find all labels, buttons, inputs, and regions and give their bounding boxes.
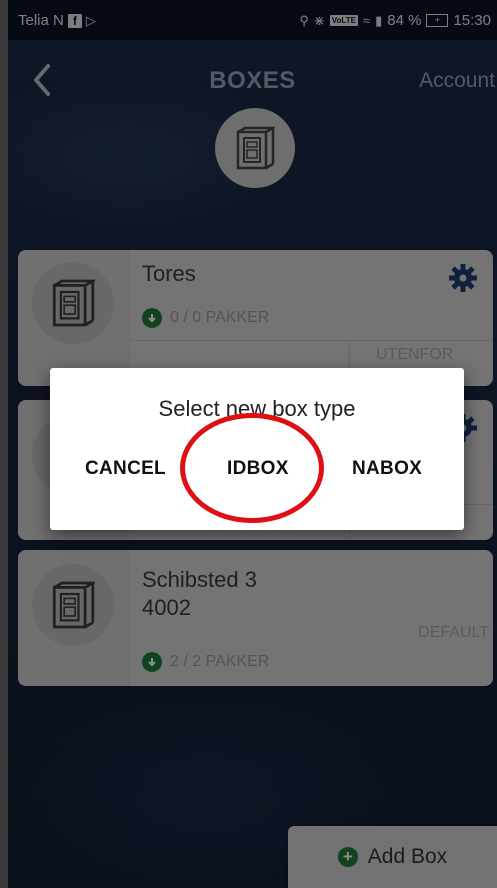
app-screen: Telia N f ▷ ⚲ ⋇ VoLTE ≈ ▮ 84 % + 15:30 B… bbox=[8, 0, 497, 888]
highlight-circle bbox=[180, 413, 324, 523]
cancel-button[interactable]: CANCEL bbox=[85, 458, 166, 480]
nabox-button[interactable]: NABOX bbox=[352, 458, 422, 480]
